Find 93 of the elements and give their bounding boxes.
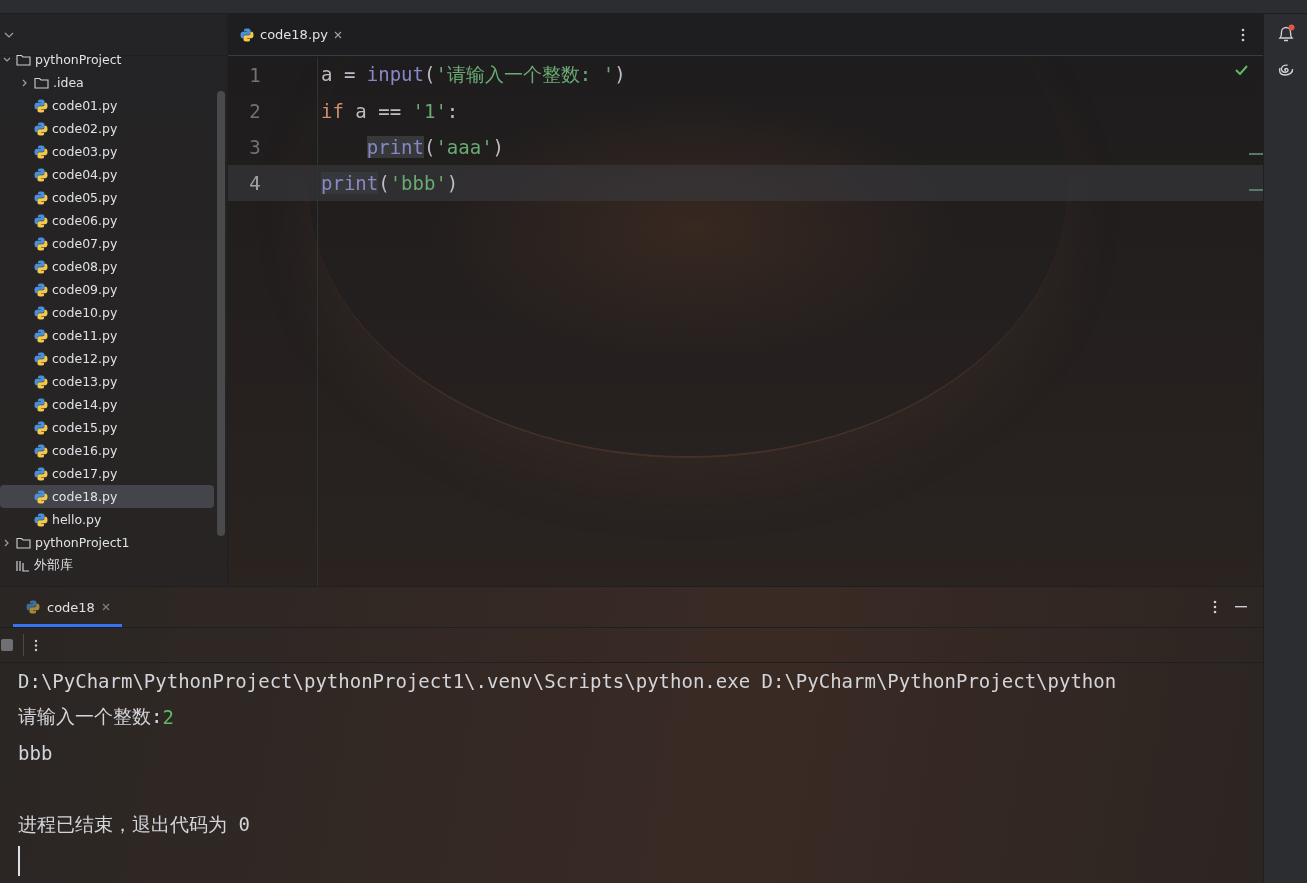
tree-item[interactable]: code04.py bbox=[0, 163, 214, 186]
tree-item[interactable]: .idea bbox=[0, 71, 214, 94]
python-file-icon bbox=[34, 420, 48, 435]
tab-label: code18.py bbox=[260, 27, 328, 42]
code-token: 'aaa' bbox=[435, 136, 493, 158]
python-file-icon bbox=[34, 213, 48, 228]
folder-icon bbox=[34, 76, 49, 89]
code-token: ( bbox=[423, 63, 436, 85]
tree-item[interactable]: code05.py bbox=[0, 186, 214, 209]
tree-item[interactable]: pythonProject bbox=[0, 48, 214, 71]
code-token: ) bbox=[492, 136, 505, 158]
tree-item[interactable]: code09.py bbox=[0, 278, 214, 301]
python-file-icon bbox=[34, 397, 48, 412]
tree-item[interactable]: pythonProject1 bbox=[0, 531, 214, 554]
tree-item[interactable]: hello.py bbox=[0, 508, 214, 531]
code-token: 'bbb' bbox=[389, 172, 447, 194]
python-file-icon bbox=[34, 305, 48, 320]
python-file-icon bbox=[34, 121, 48, 136]
tree-item[interactable]: code18.py bbox=[0, 485, 214, 508]
code-token: print bbox=[366, 136, 424, 158]
code-token: a == bbox=[354, 100, 403, 122]
console-line: 进程已结束，退出代码为 0 bbox=[18, 812, 250, 837]
code-token: print bbox=[321, 172, 379, 194]
python-file-icon bbox=[34, 512, 48, 527]
scrollbar[interactable] bbox=[217, 91, 225, 536]
tree-item[interactable]: 外部库 bbox=[0, 554, 214, 577]
python-file-icon bbox=[34, 328, 48, 343]
check-icon bbox=[1235, 65, 1248, 75]
line-number: 2 bbox=[248, 100, 262, 122]
change-marker bbox=[1249, 153, 1263, 155]
python-file-icon bbox=[34, 466, 48, 481]
tree-item[interactable]: code16.py bbox=[0, 439, 214, 462]
tree-item[interactable]: code03.py bbox=[0, 140, 214, 163]
python-file-icon bbox=[34, 259, 48, 274]
python-file-icon bbox=[34, 167, 48, 182]
code-token: ) bbox=[446, 172, 459, 194]
code-token: if bbox=[321, 100, 344, 122]
close-icon[interactable] bbox=[334, 30, 342, 39]
console-line: bbb bbox=[18, 742, 53, 764]
tree-item[interactable]: code11.py bbox=[0, 324, 214, 347]
python-file-icon bbox=[34, 236, 48, 251]
minimize-icon[interactable] bbox=[1235, 606, 1247, 608]
more-icon[interactable] bbox=[34, 638, 38, 652]
python-file-icon bbox=[34, 282, 48, 297]
change-marker bbox=[1249, 189, 1263, 191]
tree-item[interactable]: code07.py bbox=[0, 232, 214, 255]
run-tab[interactable]: code18 bbox=[13, 587, 122, 627]
python-file-icon bbox=[34, 489, 48, 504]
python-file-icon bbox=[240, 27, 254, 42]
spiral-icon[interactable] bbox=[1276, 62, 1295, 78]
code-token: input bbox=[366, 63, 424, 85]
console-line: D:\PyCharm\PythonProject\pythonProject1\.venv\Scripts\python.exe D:\PyCharm\PythonProject\python bbox=[18, 670, 1117, 692]
tree-item[interactable]: code10.py bbox=[0, 301, 214, 324]
code-token: '请输入一个整数: ' bbox=[435, 63, 615, 85]
code-token: ) bbox=[614, 63, 626, 85]
tree-item[interactable]: code14.py bbox=[0, 393, 214, 416]
tree-item[interactable]: code01.py bbox=[0, 94, 214, 117]
python-file-icon bbox=[34, 443, 48, 458]
chevron-down-icon[interactable] bbox=[3, 55, 11, 64]
tree-item[interactable]: code15.py bbox=[0, 416, 214, 439]
chevron-right-icon[interactable] bbox=[3, 538, 11, 547]
console-prompt: 请输入一个整数: bbox=[18, 704, 163, 729]
close-icon[interactable] bbox=[101, 603, 110, 611]
text-cursor bbox=[18, 846, 20, 876]
python-file-icon bbox=[34, 351, 48, 366]
tree-item[interactable]: code13.py bbox=[0, 370, 214, 393]
line-number: 1 bbox=[248, 64, 262, 86]
code-token: ( bbox=[423, 136, 436, 158]
line-number: 4 bbox=[248, 172, 262, 194]
chevron-down-icon[interactable] bbox=[4, 31, 14, 38]
code-token: : bbox=[446, 100, 459, 122]
code-token: a = bbox=[321, 63, 357, 85]
typed-value: 2 bbox=[162, 706, 174, 728]
python-file-icon bbox=[34, 144, 48, 159]
chevron-right-icon[interactable] bbox=[21, 78, 29, 87]
line-number: 3 bbox=[248, 136, 262, 158]
tree-item[interactable]: code08.py bbox=[0, 255, 214, 278]
code-token: ( bbox=[378, 172, 390, 194]
python-file-icon bbox=[34, 190, 48, 205]
tree-item[interactable]: code17.py bbox=[0, 462, 214, 485]
tree-item[interactable]: code06.py bbox=[0, 209, 214, 232]
library-icon bbox=[16, 559, 30, 572]
more-icon[interactable] bbox=[1213, 600, 1217, 614]
more-icon[interactable] bbox=[1241, 27, 1245, 42]
folder-icon bbox=[16, 53, 31, 66]
python-file-icon bbox=[26, 600, 40, 614]
tree-item[interactable]: code02.py bbox=[0, 117, 214, 140]
tree-item[interactable]: code12.py bbox=[0, 347, 214, 370]
folder-icon bbox=[16, 536, 31, 549]
python-file-icon bbox=[34, 374, 48, 389]
tab-label: code18 bbox=[47, 599, 95, 615]
code-token: '1' bbox=[412, 100, 447, 122]
python-file-icon bbox=[34, 98, 48, 113]
